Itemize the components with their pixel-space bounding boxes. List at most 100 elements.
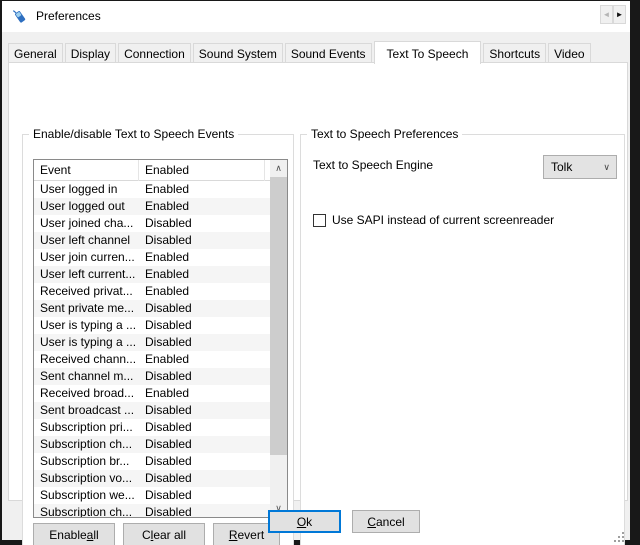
button-label: Enable [49,528,86,542]
tts-preferences-group: Text to Speech Preferences Text to Speec… [300,134,625,545]
cancel-button[interactable]: Cancel [352,510,420,533]
tab-scroll-left-button[interactable]: ◄ [600,5,613,24]
list-item[interactable]: User logged inEnabled [34,181,270,198]
event-cell: User left channel [34,232,139,249]
list-item[interactable]: User is typing a ...Disabled [34,317,270,334]
event-cell: Subscription we... [34,487,139,504]
list-item[interactable]: User join curren...Enabled [34,249,270,266]
status-cell: Enabled [139,351,265,368]
tts-events-group: Enable/disable Text to Speech Events Eve… [22,134,294,545]
tab-sound-system[interactable]: Sound System [193,43,283,64]
sapi-checkbox[interactable] [313,214,326,227]
status-cell: Disabled [139,419,265,436]
status-cell: Enabled [139,283,265,300]
list-item[interactable]: User joined cha...Disabled [34,215,270,232]
chevron-down-icon: ∨ [603,162,610,173]
tts-engine-value: Tolk [551,160,572,174]
tts-preferences-group-title: Text to Speech Preferences [307,127,462,141]
tab-general[interactable]: General [8,43,63,64]
column-header-enabled[interactable]: Enabled [139,160,265,181]
preferences-dialog: Preferences ✕ GeneralDisplayConnectionSo… [2,1,630,540]
event-cell: User logged out [34,198,139,215]
column-header-event[interactable]: Event [34,160,139,181]
ok-button[interactable]: Ok [268,510,341,533]
list-item[interactable]: Received privat...Enabled [34,283,270,300]
tab-connection[interactable]: Connection [118,43,191,64]
event-cell: Received broad... [34,385,139,402]
event-cell: User left current... [34,266,139,283]
event-cell: User is typing a ... [34,334,139,351]
status-cell: Disabled [139,317,265,334]
tab-scroll-right-button[interactable]: ► [613,5,626,24]
list-item[interactable]: User left channelDisabled [34,232,270,249]
tts-engine-select[interactable]: Tolk ∨ [543,155,617,179]
status-cell: Disabled [139,232,265,249]
scroll-up-button[interactable]: ∧ [270,160,287,177]
event-cell: Subscription ch... [34,504,139,517]
event-cell: Subscription pri... [34,419,139,436]
list-item[interactable]: Sent private me...Disabled [34,300,270,317]
event-cell: User logged in [34,181,139,198]
list-item[interactable]: Subscription ch...Disabled [34,504,270,517]
app-icon [11,8,28,25]
clear-all-button[interactable]: Clear all [123,523,205,545]
status-cell: Disabled [139,368,265,385]
list-rows: User logged inEnabledUser logged outEnab… [34,181,270,517]
event-cell: Sent private me... [34,300,139,317]
event-cell: Subscription ch... [34,436,139,453]
tts-events-list[interactable]: Event Enabled User logged inEnabledUser … [33,159,288,518]
list-item[interactable]: Sent channel m...Disabled [34,368,270,385]
tab-page-text-to-speech: Enable/disable Text to Speech Events Eve… [8,62,628,501]
list-item[interactable]: Subscription vo...Disabled [34,470,270,487]
window-title: Preferences [36,9,101,23]
status-cell: Disabled [139,215,265,232]
button-label: C [142,528,151,542]
event-cell: User joined cha... [34,215,139,232]
enable-all-button[interactable]: Enable all [33,523,115,545]
status-cell: Enabled [139,198,265,215]
status-cell: Disabled [139,300,265,317]
list-item[interactable]: User left current...Enabled [34,266,270,283]
list-item[interactable]: Subscription pri...Disabled [34,419,270,436]
tts-events-group-title: Enable/disable Text to Speech Events [29,127,238,141]
status-cell: Disabled [139,504,265,517]
event-cell: User is typing a ... [34,317,139,334]
list-item[interactable]: Sent broadcast ...Disabled [34,402,270,419]
tab-display[interactable]: Display [65,43,116,64]
tab-text-to-speech[interactable]: Text To Speech [374,41,482,64]
sapi-check-row: Use SAPI instead of current screenreader [313,213,554,227]
event-cell: User join curren... [34,249,139,266]
status-cell: Disabled [139,402,265,419]
status-cell: Disabled [139,487,265,504]
tab-bar: GeneralDisplayConnectionSound SystemSoun… [8,40,630,64]
status-cell: Enabled [139,181,265,198]
status-cell: Enabled [139,249,265,266]
event-cell: Sent broadcast ... [34,402,139,419]
list-item[interactable]: User is typing a ...Disabled [34,334,270,351]
list-item[interactable]: User logged outEnabled [34,198,270,215]
event-cell: Sent channel m... [34,368,139,385]
list-item[interactable]: Subscription br...Disabled [34,453,270,470]
tts-engine-label: Text to Speech Engine [313,158,433,172]
status-cell: Disabled [139,470,265,487]
list-item[interactable]: Subscription we...Disabled [34,487,270,504]
status-cell: Disabled [139,334,265,351]
scrollbar-track[interactable]: ∧ ∨ [270,160,287,517]
status-cell: Disabled [139,436,265,453]
scrollbar-thumb[interactable] [270,177,287,455]
event-cell: Subscription vo... [34,470,139,487]
tab-sound-events[interactable]: Sound Events [285,43,372,64]
tab-shortcuts[interactable]: Shortcuts [483,43,546,64]
resize-grip[interactable] [622,532,624,534]
list-item[interactable]: Received broad...Enabled [34,385,270,402]
status-cell: Enabled [139,266,265,283]
status-cell: Disabled [139,453,265,470]
list-header: Event Enabled [34,160,270,181]
status-cell: Enabled [139,385,265,402]
tab-video[interactable]: Video [548,43,590,64]
list-item[interactable]: Received chann...Enabled [34,351,270,368]
event-cell: Received chann... [34,351,139,368]
sapi-checkbox-label: Use SAPI instead of current screenreader [332,213,554,227]
list-item[interactable]: Subscription ch...Disabled [34,436,270,453]
event-cell: Received privat... [34,283,139,300]
